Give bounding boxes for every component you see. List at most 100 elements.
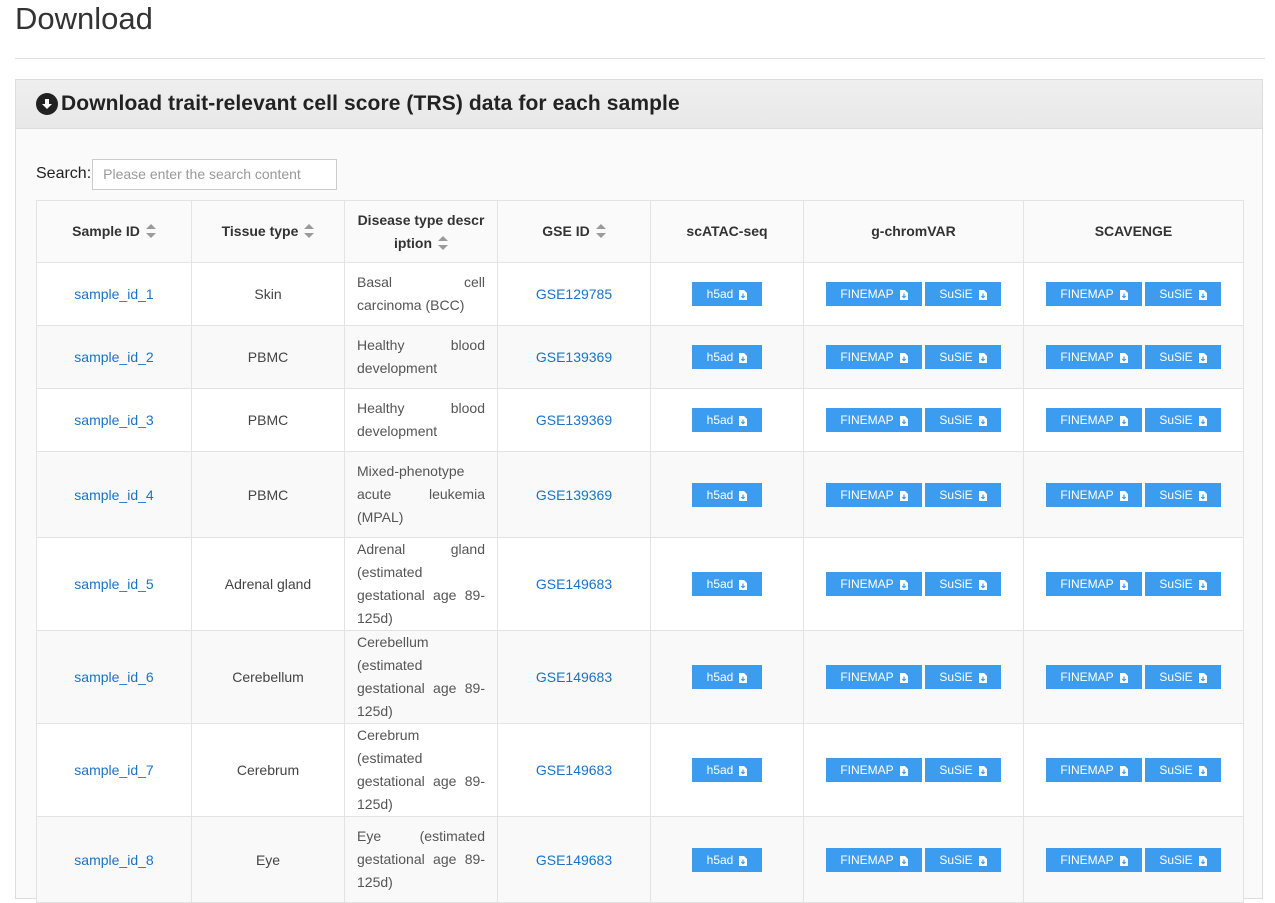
gchromvar-finemap-button[interactable]: FINEMAP [826,572,922,596]
scavenge-finemap-button[interactable]: FINEMAP [1046,847,1142,872]
button-label: SuSiE [1159,763,1193,777]
gse-id-link[interactable]: GSE139369 [536,412,612,428]
sample-id-link[interactable]: sample_id_5 [74,576,153,592]
scavenge-finemap-button[interactable]: FINEMAP [1046,408,1142,432]
scavenge-susie-button[interactable]: SuSiE [1145,345,1221,369]
table-row: sample_id_4 PBMC Mixed-phenotype acute l… [36,451,1244,538]
cell-gchromvar: FINEMAP SuSiE [803,325,1024,389]
scavenge-finemap-button[interactable]: FINEMAP [1046,572,1142,596]
gchromvar-susie-button[interactable]: SuSiE [925,408,1001,432]
sort-icon[interactable] [304,224,315,239]
cell-tissue: Adrenal gland [191,537,345,631]
gchromvar-finemap-button[interactable]: FINEMAP [826,408,922,432]
gchromvar-susie-button[interactable]: SuSiE [925,345,1001,369]
file-download-icon [978,415,987,426]
cell-disease-desc: Cerebrum (estimated gestational age 89-1… [344,723,498,817]
file-download-icon [1198,672,1207,683]
scavenge-finemap-button[interactable]: FINEMAP [1046,345,1142,369]
cell-gse-id: GSE149683 [497,723,651,817]
gchromvar-susie-button[interactable]: SuSiE [925,665,1001,689]
scavenge-susie-button[interactable]: SuSiE [1145,665,1221,689]
col-header-scavenge: SCAVENGE [1023,200,1244,263]
gse-id-link[interactable]: GSE129785 [536,286,612,302]
gchromvar-susie-button[interactable]: SuSiE [925,758,1001,782]
h5ad-download-button[interactable]: h5ad [692,847,762,872]
gchromvar-finemap-button[interactable]: FINEMAP [826,482,922,507]
sample-id-link[interactable]: sample_id_7 [74,762,153,778]
gchromvar-susie-button[interactable]: SuSiE [925,282,1001,306]
h5ad-download-button[interactable]: h5ad [692,572,762,596]
file-download-icon [899,855,908,866]
scavenge-finemap-button[interactable]: FINEMAP [1046,758,1142,782]
cell-sample-id: sample_id_1 [36,262,192,326]
scavenge-finemap-button[interactable]: FINEMAP [1046,665,1142,689]
cell-disease-desc: Mixed-phenotype acute leukemia (MPAL) [344,451,498,538]
scavenge-susie-button[interactable]: SuSiE [1145,572,1221,596]
button-label: SuSiE [1159,287,1193,301]
scavenge-susie-button[interactable]: SuSiE [1145,482,1221,507]
cell-gchromvar: FINEMAP SuSiE [803,723,1024,817]
h5ad-download-button[interactable]: h5ad [692,482,762,507]
h5ad-download-button[interactable]: h5ad [692,282,762,306]
gchromvar-finemap-button[interactable]: FINEMAP [826,847,922,872]
button-label: SuSiE [939,852,973,867]
scavenge-susie-button[interactable]: SuSiE [1145,758,1221,782]
gchromvar-susie-button[interactable]: SuSiE [925,482,1001,507]
sample-id-link[interactable]: sample_id_6 [74,669,153,685]
h5ad-download-button[interactable]: h5ad [692,758,762,782]
title-divider [15,58,1265,59]
file-download-icon [899,579,908,590]
gchromvar-finemap-button[interactable]: FINEMAP [826,758,922,782]
samples-table: Sample ID Tissue type Disease type descr… [36,200,1244,903]
cell-disease-desc: Eye (estimated gestational age 89-125d) [344,816,498,903]
file-download-icon [899,490,908,501]
gchromvar-susie-button[interactable]: SuSiE [925,572,1001,596]
cell-scatac: h5ad [650,537,804,631]
gchromvar-finemap-button[interactable]: FINEMAP [826,665,922,689]
gchromvar-finemap-button[interactable]: FINEMAP [826,282,922,306]
col-header-tissue-type[interactable]: Tissue type [191,200,345,263]
download-circle-icon [36,93,58,115]
button-label: h5ad [706,670,734,684]
col-header-gse-id[interactable]: GSE ID [497,200,651,263]
gse-id-link[interactable]: GSE149683 [536,762,612,778]
h5ad-download-button[interactable]: h5ad [692,408,762,432]
sample-id-link[interactable]: sample_id_3 [74,412,153,428]
button-label: SuSiE [1159,852,1193,867]
sort-icon[interactable] [595,224,606,239]
table-row: sample_id_6 Cerebellum Cerebellum (estim… [36,630,1244,724]
sample-id-link[interactable]: sample_id_8 [74,852,153,868]
gse-id-link[interactable]: GSE139369 [536,487,612,503]
button-label: FINEMAP [1060,577,1114,591]
col-header-label: Disease type description [357,211,485,251]
file-download-icon [739,765,748,776]
col-header-sample-id[interactable]: Sample ID [36,200,192,263]
sample-id-link[interactable]: sample_id_2 [74,349,153,365]
disease-description: Adrenal gland (estimated gestational age… [357,541,485,626]
h5ad-download-button[interactable]: h5ad [692,665,762,689]
search-input[interactable] [92,158,338,190]
panel-heading-title: Download trait-relevant cell score (TRS)… [61,92,680,115]
gse-id-link[interactable]: GSE139369 [536,349,612,365]
gse-id-link[interactable]: GSE149683 [536,852,612,868]
button-label: SuSiE [1159,487,1193,502]
button-label: SuSiE [939,413,973,427]
col-header-label: GSE ID [542,223,590,239]
gse-id-link[interactable]: GSE149683 [536,576,612,592]
cell-scavenge: FINEMAP SuSiE [1023,325,1244,389]
gse-id-link[interactable]: GSE149683 [536,669,612,685]
scavenge-finemap-button[interactable]: FINEMAP [1046,482,1142,507]
scavenge-susie-button[interactable]: SuSiE [1145,408,1221,432]
sample-id-link[interactable]: sample_id_1 [74,286,153,302]
sample-id-link[interactable]: sample_id_4 [74,487,153,503]
cell-scavenge: FINEMAP SuSiE [1023,723,1244,817]
col-header-disease-desc[interactable]: Disease type description [344,200,498,263]
scavenge-susie-button[interactable]: SuSiE [1145,847,1221,872]
sort-icon[interactable] [145,224,156,239]
scavenge-susie-button[interactable]: SuSiE [1145,282,1221,306]
gchromvar-susie-button[interactable]: SuSiE [925,847,1001,872]
h5ad-download-button[interactable]: h5ad [692,345,762,369]
sort-icon[interactable] [438,235,449,250]
gchromvar-finemap-button[interactable]: FINEMAP [826,345,922,369]
scavenge-finemap-button[interactable]: FINEMAP [1046,282,1142,306]
